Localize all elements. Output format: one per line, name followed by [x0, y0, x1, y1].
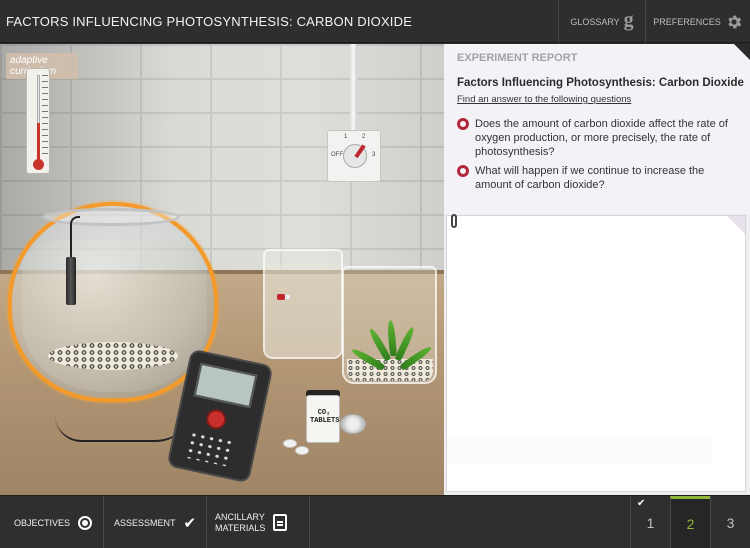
beaker-with-pin[interactable]	[263, 249, 343, 359]
glossary-label: GLOSSARY	[570, 16, 620, 27]
switch-label-3: 3	[372, 152, 376, 158]
bottom-bar: OBJECTIVES ASSESSMENT ✔ ANCILLARY MATERI…	[0, 495, 750, 548]
objectives-button[interactable]: OBJECTIVES	[0, 496, 104, 548]
thermometer[interactable]	[26, 68, 50, 174]
fish-bowl-rim	[42, 208, 180, 226]
answer-input-area[interactable]	[447, 436, 713, 464]
question-bullet-icon	[457, 118, 469, 130]
glossary-button[interactable]: GLOSSARY g	[558, 0, 645, 43]
objectives-label: OBJECTIVES	[14, 517, 71, 528]
ancillary-label-line-1: ANCILLARY	[215, 511, 265, 522]
experiment-report-panel: EXPERIMENT REPORT Factors Influencing Ph…	[444, 44, 750, 495]
report-header: EXPERIMENT REPORT Factors Influencing Ph…	[444, 44, 750, 214]
meter-keypad	[184, 430, 236, 468]
page-3-button[interactable]: 3	[710, 496, 750, 548]
red-pin-object	[277, 294, 285, 300]
switch-label-2: 2	[362, 134, 366, 140]
assessment-label: ASSESSMENT	[114, 517, 176, 528]
meter-power-button[interactable]	[204, 407, 229, 432]
thermometer-scale	[42, 75, 48, 159]
page-2-button-active[interactable]: 2	[670, 496, 710, 548]
pin-tip	[285, 295, 290, 299]
ancillary-label-line-2: MATERIALS	[215, 522, 266, 533]
glossary-icon: g	[623, 8, 634, 31]
thermometer-liquid	[37, 123, 40, 163]
bowl-pebbles	[48, 342, 178, 370]
logo-line-1: adaptive	[10, 55, 48, 66]
question-item[interactable]: What will happen if we continue to incre…	[457, 164, 743, 192]
question-text: Does the amount of carbon dioxide affect…	[475, 118, 728, 158]
report-title: Factors Influencing Photosynthesis: Carb…	[457, 77, 744, 89]
jar-cap	[340, 414, 366, 434]
co2-tablet[interactable]	[295, 446, 309, 455]
question-item[interactable]: Does the amount of carbon dioxide affect…	[457, 117, 743, 159]
top-bar: FACTORS INFLUENCING PHOTOSYNTHESIS: CARB…	[0, 0, 750, 43]
switch-knob[interactable]	[343, 144, 367, 168]
question-text: What will happen if we continue to incre…	[475, 165, 705, 191]
page-number: 3	[726, 514, 735, 531]
page-number: 2	[686, 516, 695, 532]
co2-tablet[interactable]	[283, 439, 297, 448]
checkmark-icon: ✔	[183, 514, 197, 532]
question-bullet-icon	[457, 165, 469, 177]
completed-check-icon: ✔	[637, 498, 646, 509]
page-1-button[interactable]: ✔ 1	[630, 496, 670, 548]
document-icon	[273, 514, 288, 531]
notepad-fold-corner	[727, 216, 745, 234]
page-title: FACTORS INFLUENCING PHOTOSYNTHESIS: CARB…	[6, 14, 413, 29]
report-section-label: EXPERIMENT REPORT	[457, 52, 578, 64]
thermometer-bulb	[33, 159, 44, 170]
oxygen-probe[interactable]	[66, 257, 76, 305]
preferences-button[interactable]: PREFERENCES	[645, 0, 750, 43]
target-icon	[78, 515, 93, 530]
report-instruction: Find an answer to the following question…	[457, 94, 632, 105]
gear-icon	[728, 15, 742, 28]
app-window: FACTORS INFLUENCING PHOTOSYNTHESIS: CARB…	[0, 0, 750, 548]
light-switch-dial[interactable]: 1 2 OFF 3	[327, 130, 381, 182]
experiment-scene: adaptive curriculum 1 2 OFF 3	[0, 44, 444, 495]
assessment-button[interactable]: ASSESSMENT ✔	[104, 496, 207, 548]
answer-notepad[interactable]	[446, 214, 746, 492]
switch-label-off: OFF	[331, 152, 343, 158]
co2-jar-label: CO₂ TABLETS	[310, 409, 340, 425]
beaker-pebbles	[347, 359, 433, 381]
ancillary-label: ANCILLARY MATERIALS	[215, 512, 265, 534]
switch-label-1: 1	[344, 134, 348, 140]
page-fold-corner	[734, 44, 750, 60]
ancillary-materials-button[interactable]: ANCILLARY MATERIALS	[207, 496, 310, 548]
page-number: 1	[646, 514, 655, 531]
meter-screen	[193, 362, 258, 409]
switch-pointer	[354, 144, 366, 159]
wall-conduit	[350, 44, 357, 132]
paperclip-icon	[451, 214, 457, 228]
preferences-label: PREFERENCES	[653, 16, 721, 27]
